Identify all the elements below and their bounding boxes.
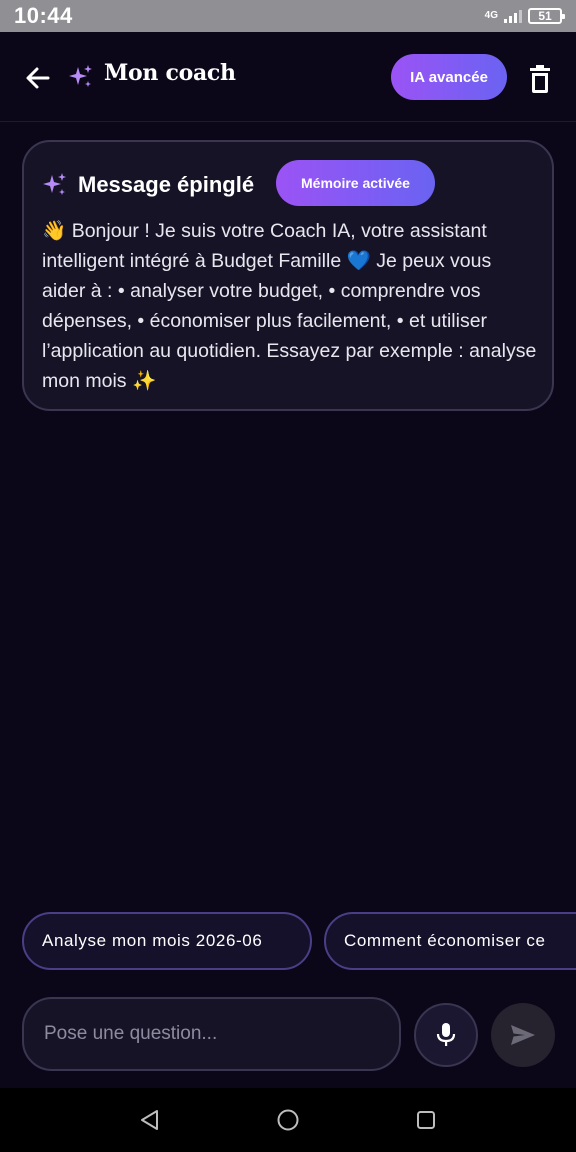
suggestion-chip[interactable]: Comment économiser ce — [324, 912, 576, 970]
pinned-message-text: 👋 Bonjour ! Je suis votre Coach IA, votr… — [42, 220, 537, 392]
signal-icon — [504, 9, 522, 23]
nav-recents-icon[interactable] — [414, 1108, 438, 1132]
nav-home-icon[interactable] — [276, 1108, 300, 1132]
sparkles-icon — [69, 65, 92, 87]
pinned-message-card: Message épinglé Mémoire activée 👋 Bonjou… — [22, 140, 554, 411]
suggestion-chips: Analyse mon mois 2026-06 Comment économi… — [22, 912, 576, 970]
trash-icon — [530, 65, 550, 93]
status-bar: 10:44 4G 51 — [0, 0, 576, 32]
battery-icon: 51 — [528, 8, 565, 24]
suggestion-chip[interactable]: Analyse mon mois 2026-06 — [22, 912, 312, 970]
send-button[interactable] — [491, 1003, 555, 1067]
nav-back-icon[interactable] — [138, 1108, 162, 1132]
page-title: Mon coach — [104, 60, 236, 86]
system-navigation-bar — [0, 1088, 576, 1152]
arrow-left-icon — [26, 67, 50, 89]
app-bar: Mon coach IA avancée — [0, 32, 576, 122]
microphone-button[interactable] — [414, 1003, 478, 1067]
status-time: 10:44 — [14, 3, 73, 28]
ai-mode-badge[interactable]: IA avancée — [391, 54, 507, 100]
battery-level: 51 — [538, 9, 552, 23]
delete-conversation-button[interactable] — [526, 64, 554, 94]
microphone-icon — [436, 1023, 456, 1046]
question-input[interactable] — [22, 997, 401, 1071]
memory-badge: Mémoire activée — [276, 160, 435, 206]
pinned-title: Message épinglé — [78, 172, 255, 197]
status-icons: 4G 51 — [484, 8, 565, 24]
back-button[interactable] — [22, 62, 54, 94]
send-icon — [511, 1025, 535, 1045]
sparkles-icon — [43, 173, 66, 195]
network-type-label: 4G — [484, 10, 498, 21]
